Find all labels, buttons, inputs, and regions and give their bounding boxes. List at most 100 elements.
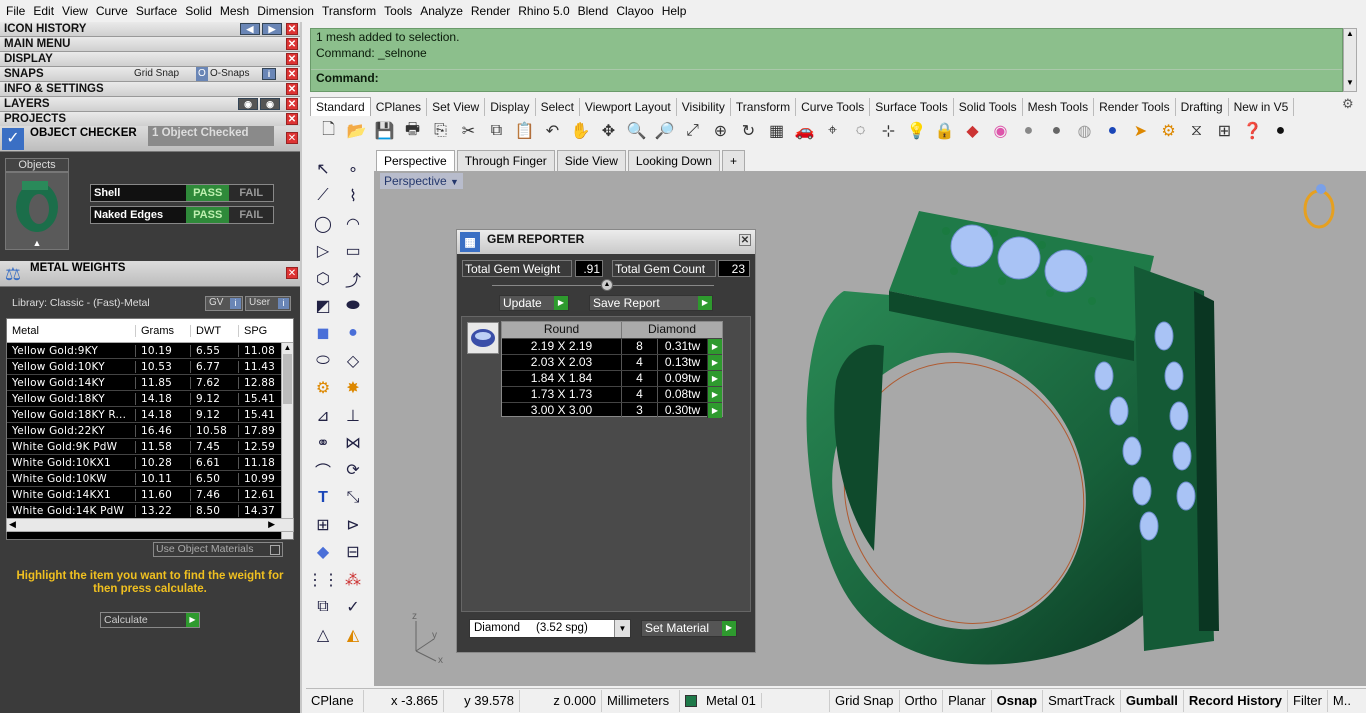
scroll-down-icon[interactable]: ▼ — [1344, 78, 1356, 87]
shade-sphere-icon[interactable]: ● — [1016, 119, 1041, 144]
point-icon[interactable]: ∘ — [340, 156, 366, 182]
open-folder-icon[interactable]: 📂 — [344, 119, 369, 144]
dimension-icon[interactable]: ⊟ — [340, 539, 366, 565]
menu-clayoo[interactable]: Clayoo — [612, 4, 657, 18]
table-row[interactable]: Yellow Gold:10KY 10.53 6.77 11.43 — [7, 359, 293, 375]
use-object-materials-checkbox[interactable]: Use Object Materials — [153, 542, 283, 557]
ghosted-sphere-icon[interactable]: ◍ — [1072, 119, 1097, 144]
play-icon[interactable]: ▶ — [707, 339, 722, 354]
viewport-tab-perspective[interactable]: Perspective — [376, 150, 455, 171]
tab-render-tools[interactable]: Render Tools — [1094, 98, 1176, 116]
explode-icon[interactable]: ✸ — [340, 375, 366, 401]
play-icon[interactable]: ▶ — [707, 371, 722, 386]
close-icon[interactable]: ✕ — [286, 83, 298, 95]
gear-icon[interactable]: ⚙ — [1342, 96, 1354, 112]
close-icon[interactable]: ✕ — [286, 267, 298, 279]
gv-toggle[interactable]: GV i — [205, 296, 243, 311]
close-icon[interactable]: ✕ — [286, 98, 298, 110]
play-icon[interactable]: ▶ — [707, 355, 722, 370]
curve-icon[interactable]: ⤴ — [340, 266, 366, 292]
group-icon[interactable]: ⊞ — [310, 512, 336, 538]
table-row[interactable]: White Gold:10KX1 10.28 6.61 11.18 — [7, 455, 293, 471]
circle-icon[interactable]: ◯ — [310, 211, 336, 237]
menu-tools[interactable]: Tools — [380, 4, 416, 18]
text-icon[interactable]: T — [310, 485, 336, 511]
vertical-scrollbar[interactable]: ▲ — [281, 343, 293, 539]
tab-select[interactable]: Select — [536, 98, 580, 116]
join-icon[interactable]: ⚭ — [310, 430, 336, 456]
column-header-metal[interactable]: Metal — [7, 325, 135, 337]
mesh-icon[interactable]: ◇ — [340, 348, 366, 374]
section-layers[interactable]: LAYERS ◉ ◉ ✕ — [0, 97, 300, 112]
light-bulb-icon[interactable]: ◉ — [238, 98, 258, 110]
table-row[interactable]: White Gold:10KW 10.11 6.50 10.99 — [7, 471, 293, 487]
menu-surface[interactable]: Surface — [132, 4, 181, 18]
user-toggle[interactable]: User i — [245, 296, 291, 311]
filter-icon[interactable]: ⧖ — [1184, 119, 1209, 144]
color-wheel-icon[interactable]: ◉ — [988, 119, 1013, 144]
move-icon[interactable]: ⤡ — [340, 485, 366, 511]
forward-arrow-icon[interactable]: ▶ — [262, 23, 282, 35]
units-label[interactable]: Millimeters — [602, 690, 680, 712]
gem-row[interactable]: 1.73 X 1.73 4 0.08tw ▶ — [502, 386, 722, 402]
section-snaps[interactable]: SNAPS Grid Snap O O-Snaps i ✕ — [0, 67, 300, 82]
print-icon[interactable]: 🖶 — [400, 119, 425, 144]
pointer-icon[interactable]: ➤ — [1128, 119, 1153, 144]
tab-visibility[interactable]: Visibility — [677, 98, 731, 116]
add-viewport-tab-button[interactable]: + — [721, 150, 745, 171]
close-icon[interactable]: ✕ — [286, 53, 298, 65]
horizontal-scrollbar[interactable]: ◀ ▶ — [6, 518, 294, 532]
tab-curve-tools[interactable]: Curve Tools — [796, 98, 871, 116]
gem-row[interactable]: 2.03 X 2.03 4 0.13tw ▶ — [502, 354, 722, 370]
cplane-label[interactable]: CPlane — [306, 690, 364, 712]
toggle-more[interactable]: M.. — [1328, 690, 1356, 712]
render-icon[interactable]: ◭ — [340, 622, 366, 648]
table-row[interactable]: Yellow Gold:18KY 14.18 9.12 15.41 — [7, 391, 293, 407]
close-icon[interactable]: ✕ — [286, 23, 298, 35]
pyramid-icon[interactable]: △ — [310, 622, 336, 648]
info-icon[interactable]: i — [262, 68, 276, 80]
gem-row[interactable]: 3.00 X 3.00 3 0.30tw ▶ — [502, 402, 722, 418]
analyze-icon[interactable]: ⁂ — [340, 567, 366, 593]
scroll-left-icon[interactable]: ◀ — [9, 519, 16, 530]
material-select[interactable]: Diamond (3.52 spg) ▼ — [469, 619, 631, 638]
tab-mesh-tools[interactable]: Mesh Tools — [1023, 98, 1095, 116]
toggle-grid-snap[interactable]: Grid Snap — [830, 690, 900, 712]
sphere-icon[interactable]: ● — [340, 320, 366, 346]
solid-box-icon[interactable]: ◆ — [310, 539, 336, 565]
zoom-window-icon[interactable]: 🔎 — [652, 119, 677, 144]
menu-analyze[interactable]: Analyze — [416, 4, 467, 18]
menu-dimension[interactable]: Dimension — [253, 4, 318, 18]
gem-row[interactable]: 2.19 X 2.19 8 0.31tw ▶ — [502, 338, 722, 354]
scroll-right-icon[interactable]: ▶ — [268, 519, 275, 530]
polygon-icon[interactable]: ▷ — [310, 238, 336, 264]
back-arrow-icon[interactable]: ◀ — [240, 23, 260, 35]
close-icon[interactable]: ✕ — [286, 132, 298, 144]
tab-surface-tools[interactable]: Surface Tools — [870, 98, 954, 116]
play-icon[interactable]: ▶ — [707, 387, 722, 402]
table-row[interactable]: Yellow Gold:18KY R... 14.18 9.12 15.41 — [7, 407, 293, 423]
section-icon-history[interactable]: ICON HISTORY ◀ ▶ ✕ — [0, 22, 300, 37]
rotate-icon[interactable]: ⟳ — [340, 457, 366, 483]
gear-icon[interactable]: ⚙ — [310, 375, 336, 401]
chevron-down-icon[interactable]: ▼ — [614, 620, 630, 637]
table-row[interactable]: White Gold:9K PdW 11.58 7.45 12.59 — [7, 439, 293, 455]
play-icon[interactable]: ▶ — [707, 403, 722, 418]
toggle-planar[interactable]: Planar — [943, 690, 992, 712]
table-row[interactable]: Yellow Gold:9KY 10.19 6.55 11.08 — [7, 343, 293, 359]
help-icon[interactable]: ❓ — [1240, 119, 1265, 144]
menu-mesh[interactable]: Mesh — [216, 4, 253, 18]
polyline-icon[interactable]: ⟋ — [310, 183, 336, 209]
command-scrollbar[interactable]: ▲ ▼ — [1343, 28, 1357, 92]
undo-icon[interactable]: ↶ — [540, 119, 565, 144]
scroll-up-icon[interactable]: ▲ — [282, 343, 293, 352]
split-icon[interactable]: ⊥ — [340, 403, 366, 429]
menu-blend[interactable]: Blend — [574, 4, 613, 18]
menu-view[interactable]: View — [58, 4, 92, 18]
osnaps-toggle[interactable]: O-Snaps — [210, 67, 249, 81]
sweep-icon[interactable]: ⬬ — [340, 293, 366, 319]
cylinder-icon[interactable]: ⬭ — [310, 348, 336, 374]
boolean-icon[interactable]: ⊿ — [310, 403, 336, 429]
viewport-tab-through-finger[interactable]: Through Finger — [456, 150, 555, 171]
zoom-selected-icon[interactable]: ⊕ — [708, 119, 733, 144]
